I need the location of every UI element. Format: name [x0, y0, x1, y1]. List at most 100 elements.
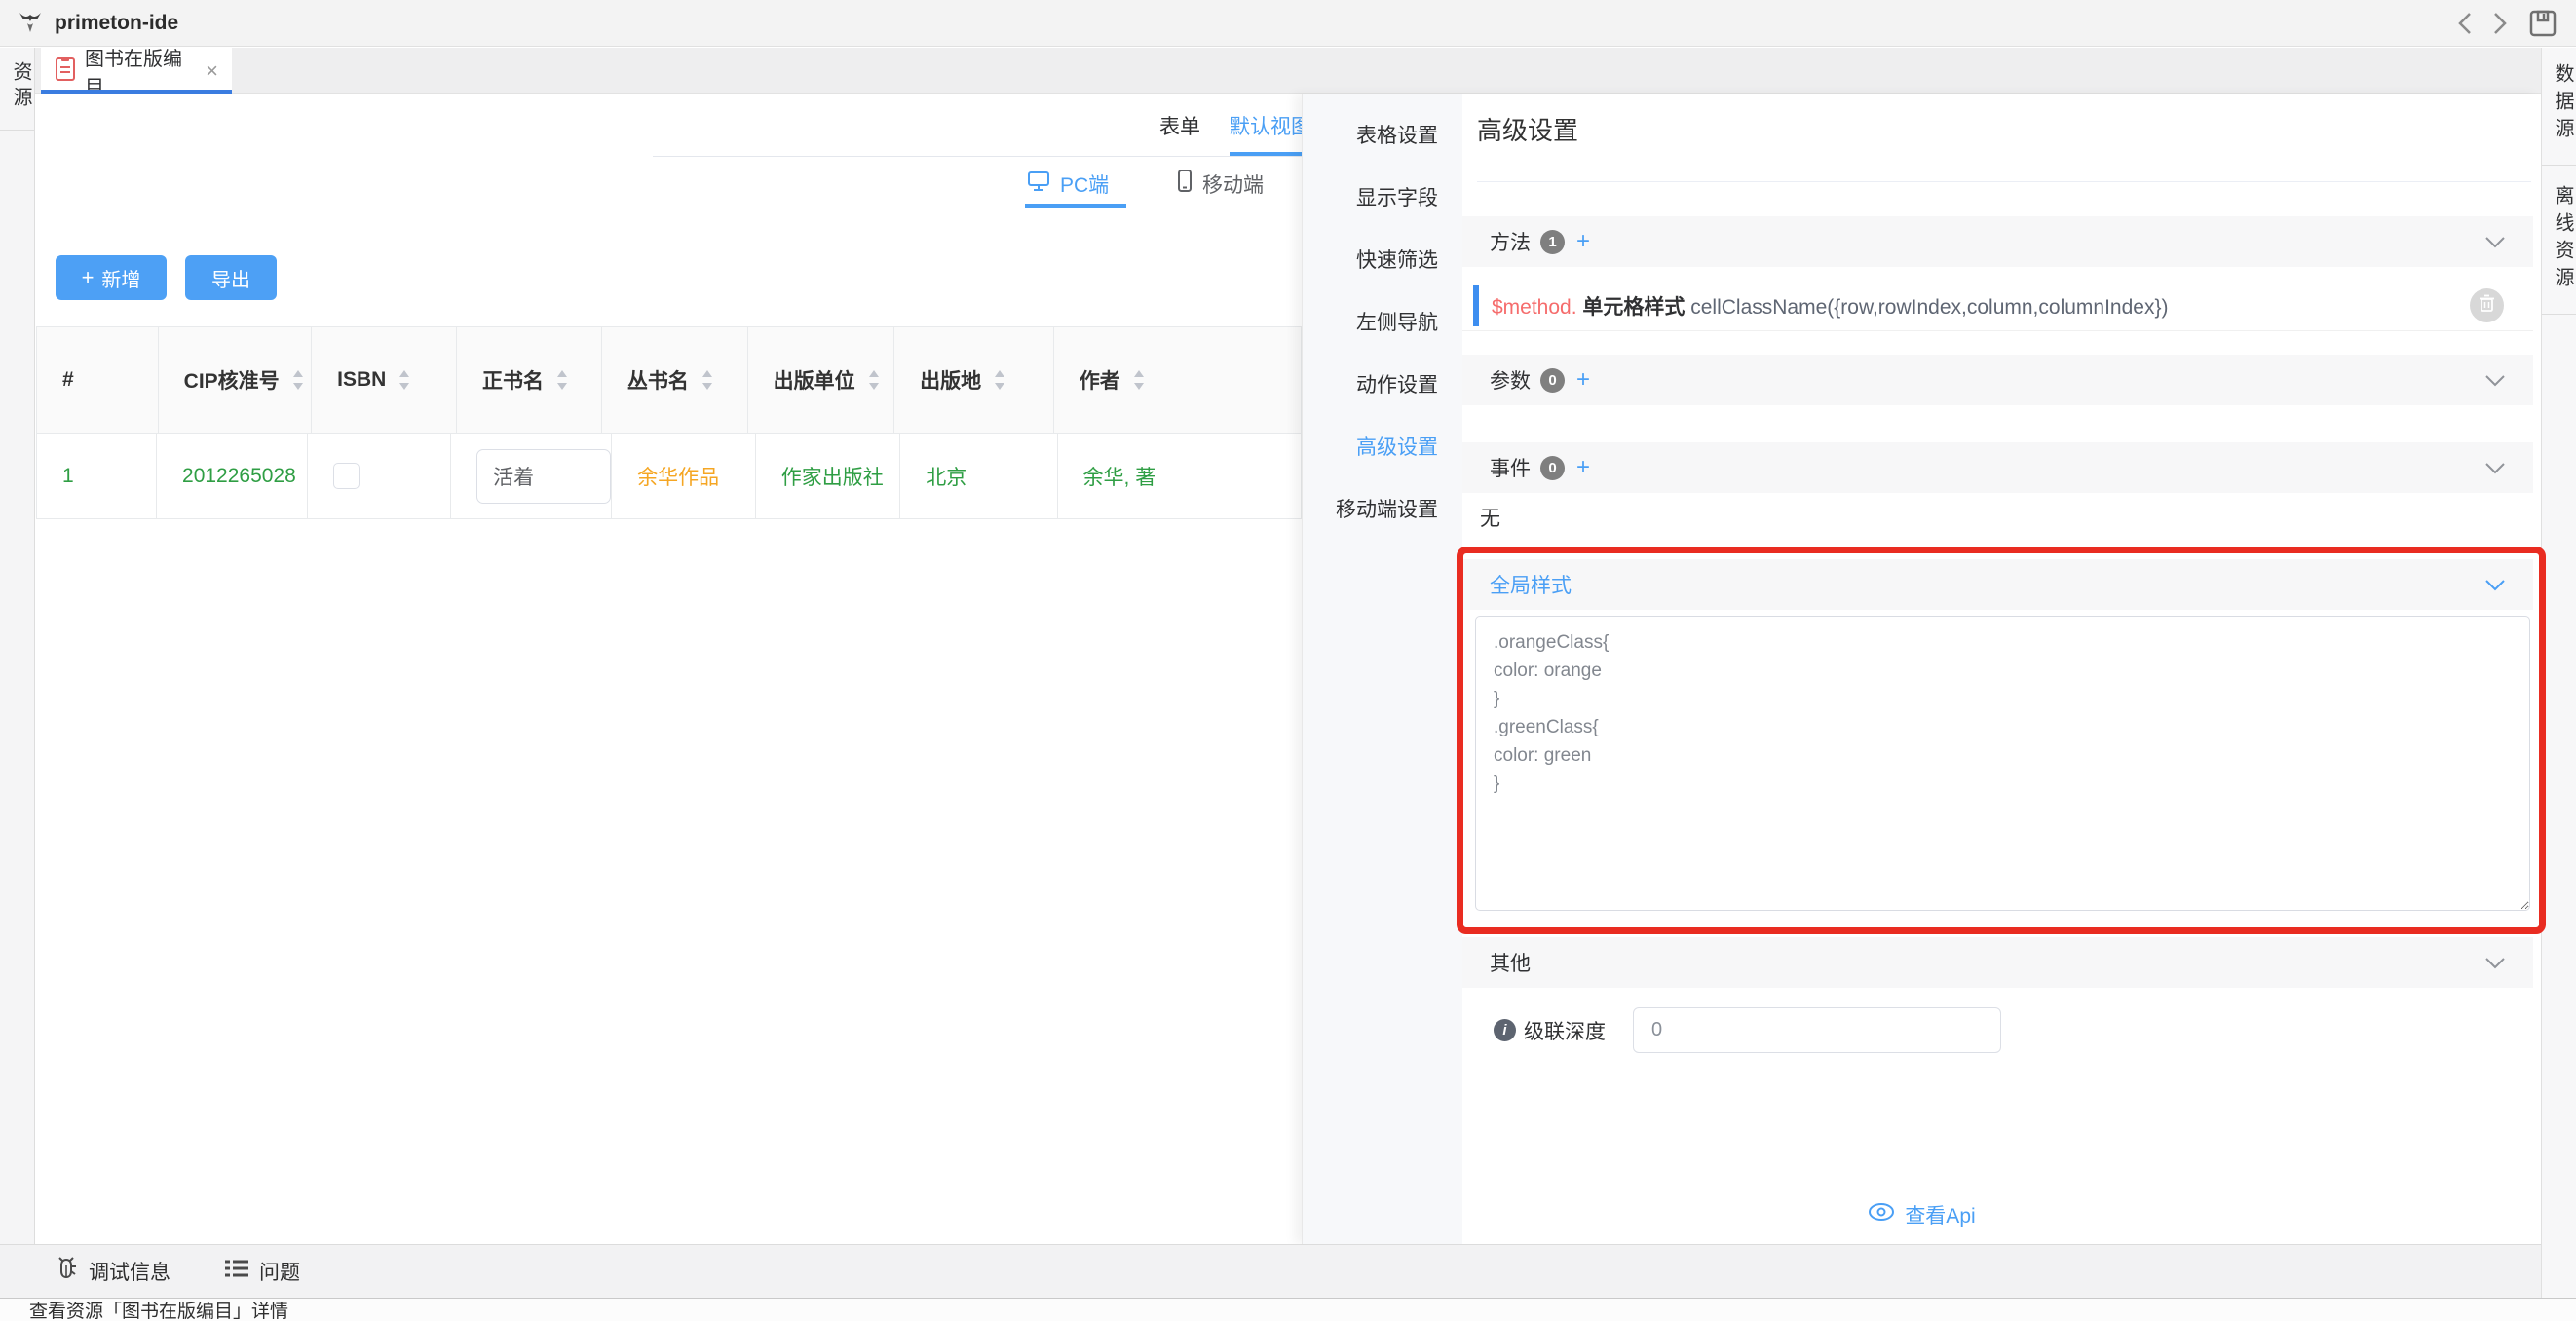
export-button[interactable]: 导出 — [185, 255, 277, 300]
table-row: 1 2012265028 余华作品 作家出版社 北京 余华, 著 — [37, 433, 1302, 518]
sort-icon[interactable] — [398, 367, 411, 393]
section-global-style-header[interactable]: 全局样式 — [1462, 559, 2533, 610]
save-icon[interactable] — [2525, 6, 2560, 41]
table-header-row: # CIP核准号 ISBN 正书名 丛书名 — [37, 327, 1302, 433]
title-input[interactable] — [476, 449, 611, 504]
method-name: 单元格样式 — [1582, 296, 1685, 319]
view-tab-default-view[interactable]: 默认视图 — [1230, 111, 1302, 140]
trash-icon — [2479, 294, 2495, 318]
cascade-depth-row: i 级联深度 — [1494, 1007, 2001, 1053]
chevron-down-icon[interactable] — [2484, 957, 2506, 974]
row-index-cell: 1 — [37, 434, 157, 518]
menu-item-action-settings[interactable]: 动作设置 — [1303, 353, 1462, 415]
chevron-down-icon[interactable] — [2484, 462, 2506, 479]
nav-back-icon[interactable] — [2447, 6, 2482, 41]
eye-icon — [1868, 1202, 1895, 1227]
table-header-series[interactable]: 丛书名 — [602, 327, 748, 433]
section-params-header[interactable]: 参数 0 + — [1462, 355, 2533, 405]
device-tab-mobile-label: 移动端 — [1202, 170, 1264, 199]
divider — [653, 156, 1302, 157]
device-tab-pc-label: PC端 — [1060, 170, 1109, 199]
menu-item-mobile-settings[interactable]: 移动端设置 — [1303, 477, 1462, 540]
add-param-icon[interactable]: + — [1576, 366, 1590, 394]
table-header-place[interactable]: 出版地 — [894, 327, 1054, 433]
right-rail: 数据源 离线资源 — [2541, 48, 2576, 1321]
section-methods-header[interactable]: 方法 1 + — [1462, 216, 2533, 267]
panel-title: 高级设置 — [1477, 111, 1578, 147]
bottom-toolbar: 调试信息 问题 — [0, 1244, 2541, 1298]
section-params-label: 参数 — [1490, 365, 1531, 395]
add-method-icon[interactable]: + — [1576, 228, 1590, 255]
problems-button[interactable]: 问题 — [224, 1257, 300, 1286]
chevron-down-icon[interactable] — [2484, 236, 2506, 253]
add-button[interactable]: + 新增 — [56, 255, 167, 300]
add-button-label: 新增 — [101, 264, 140, 292]
table-header-index: # — [37, 327, 159, 433]
sort-icon[interactable] — [291, 367, 305, 393]
monitor-icon — [1027, 170, 1050, 198]
sort-icon[interactable] — [701, 367, 714, 393]
sort-icon[interactable] — [867, 367, 881, 393]
settings-panel: 表格设置 显示字段 快速筛选 左侧导航 动作设置 高级设置 移动端设置 高级设置… — [1302, 94, 2541, 1244]
delete-method-button[interactable] — [2470, 288, 2504, 322]
section-other-header[interactable]: 其他 — [1462, 937, 2533, 988]
add-event-icon[interactable]: + — [1576, 454, 1590, 481]
method-item[interactable]: $method. 单元格样式 cellClassName({row,rowInd… — [1462, 281, 2533, 331]
method-prefix: $method. — [1492, 296, 1577, 319]
section-events-label: 事件 — [1490, 453, 1531, 482]
table-header-isbn[interactable]: ISBN — [312, 327, 457, 433]
chevron-down-icon[interactable] — [2484, 374, 2506, 392]
isbn-checkbox[interactable] — [333, 463, 360, 489]
document-icon — [55, 56, 76, 87]
method-item-accent-bar — [1473, 285, 1479, 326]
table-header-publisher[interactable]: 出版单位 — [748, 327, 895, 433]
chevron-down-icon[interactable] — [2484, 579, 2506, 596]
section-events-header[interactable]: 事件 0 + — [1462, 442, 2533, 493]
info-icon: i — [1494, 1019, 1516, 1041]
menu-item-advanced-settings[interactable]: 高级设置 — [1303, 415, 1462, 477]
title-cell — [451, 434, 612, 518]
events-count-badge: 0 — [1540, 456, 1565, 480]
method-signature: cellClassName({row,rowIndex,column,colum… — [1690, 296, 2168, 319]
method-item-text: $method. 单元格样式 cellClassName({row,rowInd… — [1492, 291, 2168, 321]
debug-info-button[interactable]: 调试信息 — [54, 1256, 170, 1287]
cascade-label: 级联深度 — [1524, 1016, 1606, 1045]
nav-forward-icon[interactable] — [2482, 6, 2518, 41]
app-window: primeton-ide 图书在版编目 × 资源 数据源 离线资源 表单 — [0, 0, 2576, 1321]
plus-icon: + — [82, 265, 95, 290]
right-rail-tab-offline[interactable]: 离线资源 — [2542, 166, 2576, 315]
top-bar: primeton-ide — [0, 0, 2576, 47]
table-header-cip[interactable]: CIP核准号 — [159, 327, 313, 433]
sort-icon[interactable] — [993, 367, 1006, 393]
export-button-label: 导出 — [211, 264, 250, 292]
menu-item-left-nav[interactable]: 左侧导航 — [1303, 290, 1462, 353]
sort-icon[interactable] — [1132, 367, 1146, 393]
main-work-area: 表单 默认视图 PC端 移动端 + 新增 导出 — [35, 94, 1302, 1244]
workspace-tab[interactable]: 图书在版编目 × — [41, 48, 232, 94]
sort-icon[interactable] — [555, 367, 569, 393]
left-rail-tab-resources[interactable]: 资源 — [0, 48, 35, 131]
status-bar-text: 查看资源「图书在版编目」详情 — [29, 1297, 288, 1321]
device-tab-mobile[interactable]: 移动端 — [1177, 170, 1264, 199]
global-style-textarea[interactable]: .orangeClass{ color: orange } .greenClas… — [1475, 616, 2530, 911]
menu-item-table-settings[interactable]: 表格设置 — [1303, 103, 1462, 166]
debug-info-label: 调试信息 — [89, 1257, 170, 1286]
section-global-style-label: 全局样式 — [1490, 570, 1572, 599]
params-count-badge: 0 — [1540, 368, 1565, 393]
table-header-author[interactable]: 作者 — [1054, 327, 1302, 433]
menu-item-quick-filter[interactable]: 快速筛选 — [1303, 228, 1462, 290]
tab-close-icon[interactable]: × — [206, 58, 218, 84]
workspace-tab-strip: 图书在版编目 × — [35, 48, 2541, 94]
view-api-link[interactable]: 查看Api — [1303, 1200, 2541, 1229]
menu-item-display-fields[interactable]: 显示字段 — [1303, 166, 1462, 228]
right-rail-tab-datasource[interactable]: 数据源 — [2542, 48, 2576, 166]
section-methods-label: 方法 — [1490, 227, 1531, 256]
events-empty-text: 无 — [1480, 503, 1500, 532]
settings-menu: 表格设置 显示字段 快速筛选 左侧导航 动作设置 高级设置 移动端设置 — [1303, 94, 1462, 1244]
table-header-title[interactable]: 正书名 — [457, 327, 602, 433]
books-table: # CIP核准号 ISBN 正书名 丛书名 — [36, 326, 1302, 519]
device-tab-pc[interactable]: PC端 — [1027, 170, 1109, 199]
view-tab-form[interactable]: 表单 — [1159, 111, 1200, 140]
cascade-input[interactable] — [1633, 1007, 2001, 1053]
cip-cell: 2012265028 — [157, 434, 308, 518]
